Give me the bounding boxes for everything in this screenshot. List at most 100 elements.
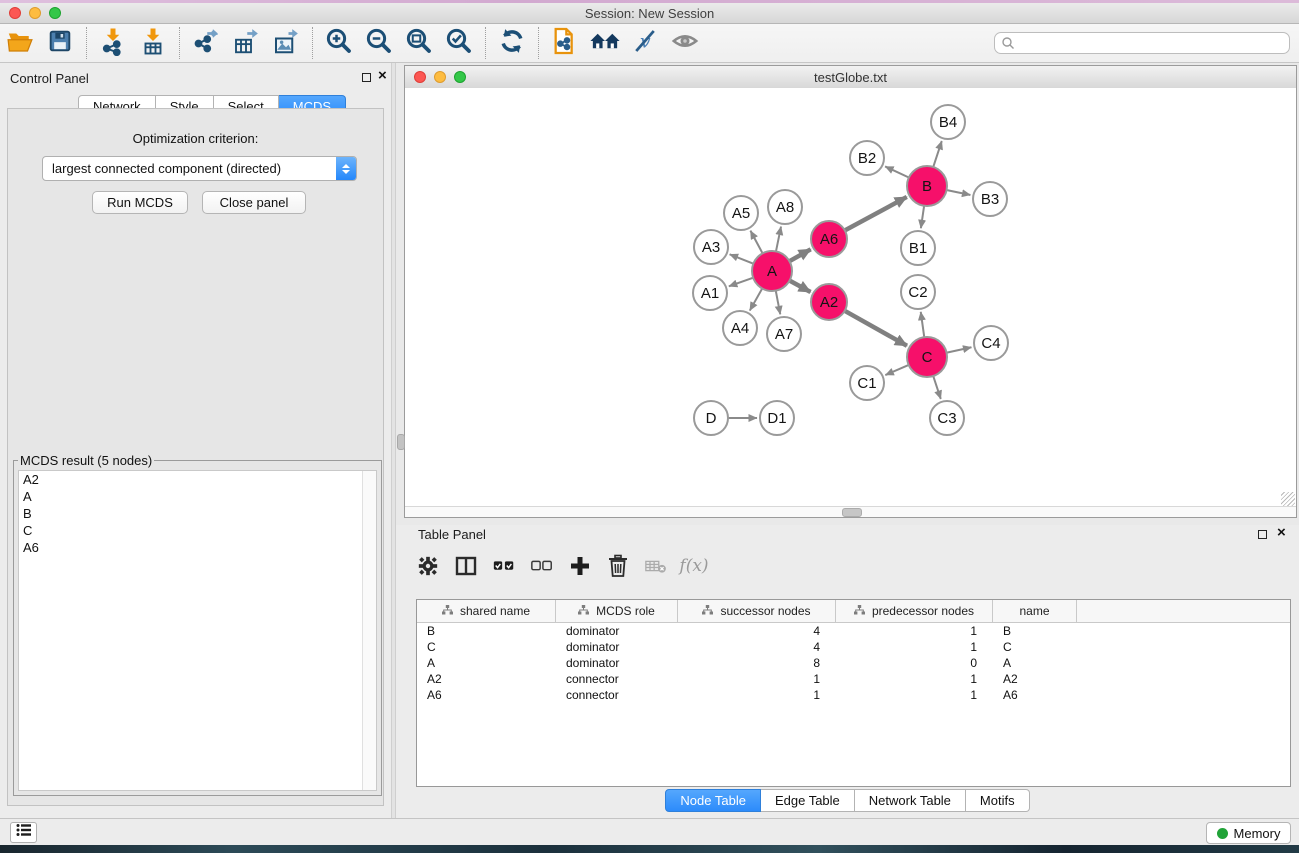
graph-edge-C-C4[interactable] — [945, 347, 972, 353]
clone-network-button[interactable] — [545, 26, 585, 60]
graph-edge-B-B3[interactable] — [945, 190, 971, 195]
graph-node-A7[interactable]: A7 — [767, 317, 801, 351]
tab-motifs[interactable]: Motifs — [966, 789, 1030, 812]
table-cell[interactable]: dominator — [556, 656, 678, 670]
criterion-dropdown[interactable]: largest connected component (directed) — [42, 156, 357, 181]
mcds-result-list[interactable]: A2ABCA6 — [18, 470, 377, 791]
open-file-button[interactable] — [0, 26, 40, 60]
tab-edge-table[interactable]: Edge Table — [761, 789, 855, 812]
table-cell[interactable]: dominator — [556, 640, 678, 654]
table-cell[interactable]: A — [417, 656, 556, 670]
run-mcds-button[interactable]: Run MCDS — [92, 191, 188, 214]
refresh-button[interactable] — [492, 26, 532, 60]
export-table-button[interactable] — [226, 26, 266, 60]
graph-node-A3[interactable]: A3 — [694, 230, 728, 264]
trash-icon[interactable] — [606, 553, 630, 579]
export-network-button[interactable] — [186, 26, 226, 60]
resize-grip-icon[interactable] — [1281, 492, 1295, 506]
column-header-predecessor-nodes[interactable]: predecessor nodes — [836, 600, 993, 622]
column-header-shared-name[interactable]: shared name — [417, 600, 556, 622]
hscroll-thumb[interactable] — [842, 508, 862, 517]
close-panel-button[interactable]: Close panel — [202, 191, 306, 214]
table-cell[interactable]: 1 — [836, 624, 993, 638]
hide-details-button[interactable]: v — [625, 26, 665, 60]
table-cell[interactable]: 4 — [678, 640, 836, 654]
result-item[interactable]: B — [19, 505, 376, 522]
table-cell[interactable]: connector — [556, 688, 678, 702]
table-row[interactable]: Bdominator41B — [417, 623, 1290, 639]
node-table[interactable]: shared nameMCDS rolesuccessor nodesprede… — [416, 599, 1291, 787]
gear-icon[interactable] — [416, 553, 440, 579]
table-cell[interactable]: C — [993, 640, 1077, 654]
result-item[interactable]: C — [19, 522, 376, 539]
float-panel-icon[interactable] — [362, 73, 371, 82]
graph-node-B2[interactable]: B2 — [850, 141, 884, 175]
table-cell[interactable]: 1 — [678, 688, 836, 702]
graph-edge-A-A7[interactable] — [775, 289, 780, 315]
table-row[interactable]: A6connector11A6 — [417, 687, 1290, 703]
graph-node-A8[interactable]: A8 — [768, 190, 802, 224]
zoom-selected-button[interactable] — [439, 26, 479, 60]
column-header-successor-nodes[interactable]: successor nodes — [678, 600, 836, 622]
graph-node-B1[interactable]: B1 — [901, 231, 935, 265]
search-field[interactable] — [994, 32, 1290, 54]
table-row[interactable]: Adominator80A — [417, 655, 1290, 671]
table-cell[interactable]: 1 — [836, 672, 993, 686]
graph-edge-A-A1[interactable] — [729, 277, 755, 286]
result-item[interactable]: A — [19, 488, 376, 505]
network-hscrollbar[interactable] — [405, 506, 1296, 517]
select-all-icon[interactable] — [492, 553, 516, 579]
graph-edge-A-A2[interactable] — [788, 280, 811, 292]
graph-node-B4[interactable]: B4 — [931, 105, 965, 139]
import-table-button[interactable] — [133, 26, 173, 60]
network-window[interactable]: testGlobe.txt B4B2BB3A5A8A6A3B1AA1C2A2A4… — [404, 65, 1297, 518]
vscroll-thumb[interactable] — [397, 434, 405, 450]
column-header-MCDS-role[interactable]: MCDS role — [556, 600, 678, 622]
network-graph[interactable]: B4B2BB3A5A8A6A3B1AA1C2A2A4A7C4CC1C3DD1 — [405, 88, 1296, 507]
graph-edge-C-C3[interactable] — [933, 374, 941, 399]
graph-edge-B-B4[interactable] — [933, 141, 942, 169]
tab-network-table[interactable]: Network Table — [855, 789, 966, 812]
search-input[interactable] — [994, 32, 1290, 54]
graph-node-A[interactable]: A — [752, 251, 792, 291]
graph-node-C3[interactable]: C3 — [930, 401, 964, 435]
result-item[interactable]: A6 — [19, 539, 376, 556]
table-cell[interactable]: C — [417, 640, 556, 654]
graph-node-B[interactable]: B — [907, 166, 947, 206]
result-item[interactable]: A2 — [19, 471, 376, 488]
table-cell[interactable]: 1 — [836, 640, 993, 654]
table-cell[interactable]: connector — [556, 672, 678, 686]
graph-node-A2[interactable]: A2 — [811, 284, 847, 320]
network-window-titlebar[interactable]: testGlobe.txt — [405, 66, 1296, 89]
titlebar[interactable]: Session: New Session — [0, 3, 1299, 24]
table-cell[interactable]: dominator — [556, 624, 678, 638]
zoom-out-button[interactable] — [359, 26, 399, 60]
table-cell[interactable]: 1 — [836, 688, 993, 702]
table-cell[interactable]: 0 — [836, 656, 993, 670]
import-network-button[interactable] — [93, 26, 133, 60]
tab-node-table[interactable]: Node Table — [665, 789, 761, 812]
table-cell[interactable]: B — [417, 624, 556, 638]
table-cell[interactable]: 8 — [678, 656, 836, 670]
table-cell[interactable]: A — [993, 656, 1077, 670]
show-hide-button[interactable] — [665, 26, 705, 60]
close-panel-icon[interactable]: × — [378, 71, 387, 81]
graph-edge-B-B2[interactable] — [885, 166, 911, 178]
table-cell[interactable]: A6 — [993, 688, 1077, 702]
graph-edge-A-A5[interactable] — [750, 231, 763, 255]
column-header-name[interactable]: name — [993, 600, 1077, 622]
graph-node-A1[interactable]: A1 — [693, 276, 727, 310]
graph-edge-A-A4[interactable] — [750, 287, 763, 311]
table-cell[interactable]: A2 — [417, 672, 556, 686]
graph-edge-B-B1[interactable] — [921, 204, 925, 228]
graph-edge-A2-C[interactable] — [843, 310, 907, 346]
graph-edge-A-A3[interactable] — [730, 254, 756, 264]
graph-node-A6[interactable]: A6 — [811, 221, 847, 257]
graph-node-C4[interactable]: C4 — [974, 326, 1008, 360]
graph-edge-C-C2[interactable] — [921, 312, 925, 339]
graph-node-C[interactable]: C — [907, 337, 947, 377]
show-panels-button[interactable] — [10, 822, 37, 843]
table-cell[interactable]: B — [993, 624, 1077, 638]
result-scrollbar[interactable] — [362, 471, 376, 790]
save-session-button[interactable] — [40, 26, 80, 60]
